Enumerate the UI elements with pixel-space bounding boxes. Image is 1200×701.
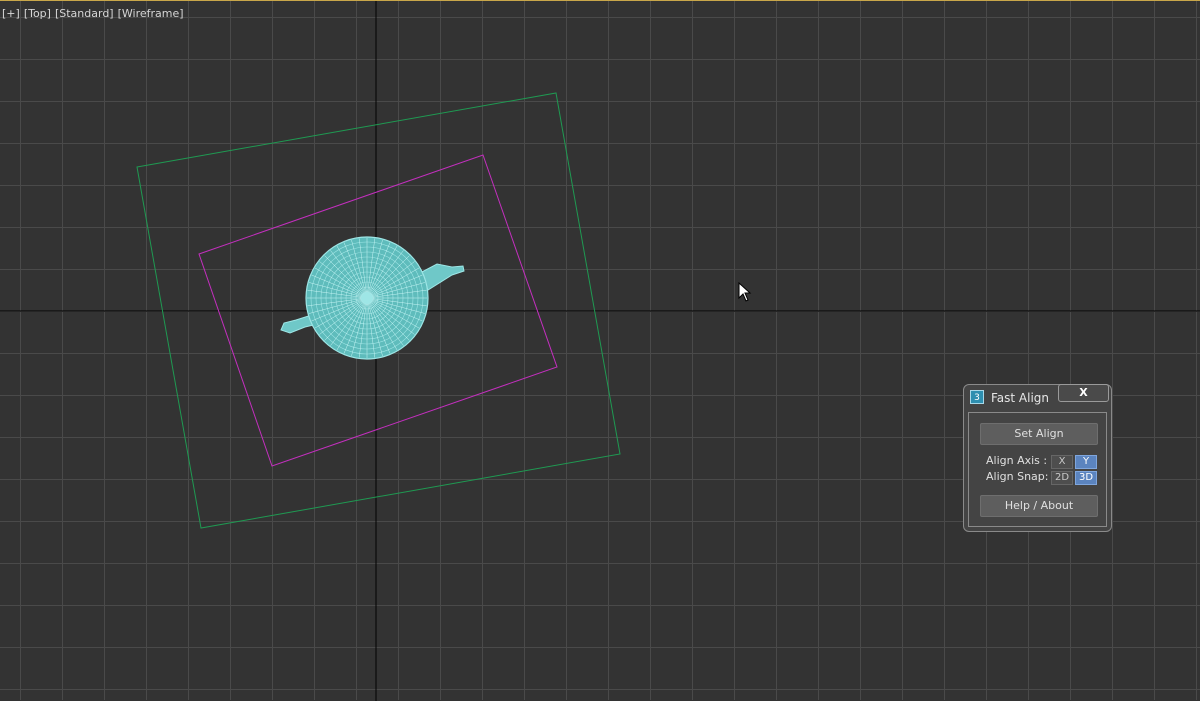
fast-align-dialog[interactable]: 3 Fast Align X Set Align Align Axis : X … — [963, 384, 1112, 532]
align-axis-label: Align Axis : — [986, 454, 1048, 467]
align-snap-label: Align Snap: — [986, 470, 1049, 483]
dialog-titlebar[interactable]: 3 Fast Align X — [964, 384, 1111, 409]
app-logo-icon: 3 — [970, 390, 984, 404]
align-axis-y-toggle[interactable]: Y — [1075, 455, 1097, 469]
set-align-button[interactable]: Set Align — [980, 423, 1098, 445]
mouse-cursor-icon — [738, 282, 752, 302]
align-snap-3d-toggle[interactable]: 3D — [1075, 471, 1097, 485]
viewport-menu-plus[interactable]: [+] — [2, 7, 20, 20]
help-about-button[interactable]: Help / About — [980, 495, 1098, 517]
viewport-shading-standard[interactable]: [Standard] — [55, 7, 114, 20]
align-snap-2d-toggle[interactable]: 2D — [1051, 471, 1073, 485]
dialog-body: Set Align Align Axis : X Y Align Snap: 2… — [968, 412, 1107, 527]
teapot-wireframe[interactable] — [280, 236, 465, 360]
align-axis-x-toggle[interactable]: X — [1051, 455, 1073, 469]
viewport-top[interactable]: [+] [Top] [Standard] [Wireframe] 3 Fast Ali… — [0, 0, 1200, 701]
viewport-view-label[interactable]: [Top] — [24, 7, 51, 20]
viewport-shading-wireframe[interactable]: [Wireframe] — [118, 7, 184, 20]
teapot-lid-knob — [360, 291, 374, 305]
dialog-title: Fast Align — [991, 391, 1050, 405]
viewport-label[interactable]: [+] [Top] [Standard] [Wireframe] — [2, 7, 188, 20]
viewport-scene[interactable] — [0, 1, 1200, 701]
close-button[interactable]: X — [1058, 384, 1109, 402]
